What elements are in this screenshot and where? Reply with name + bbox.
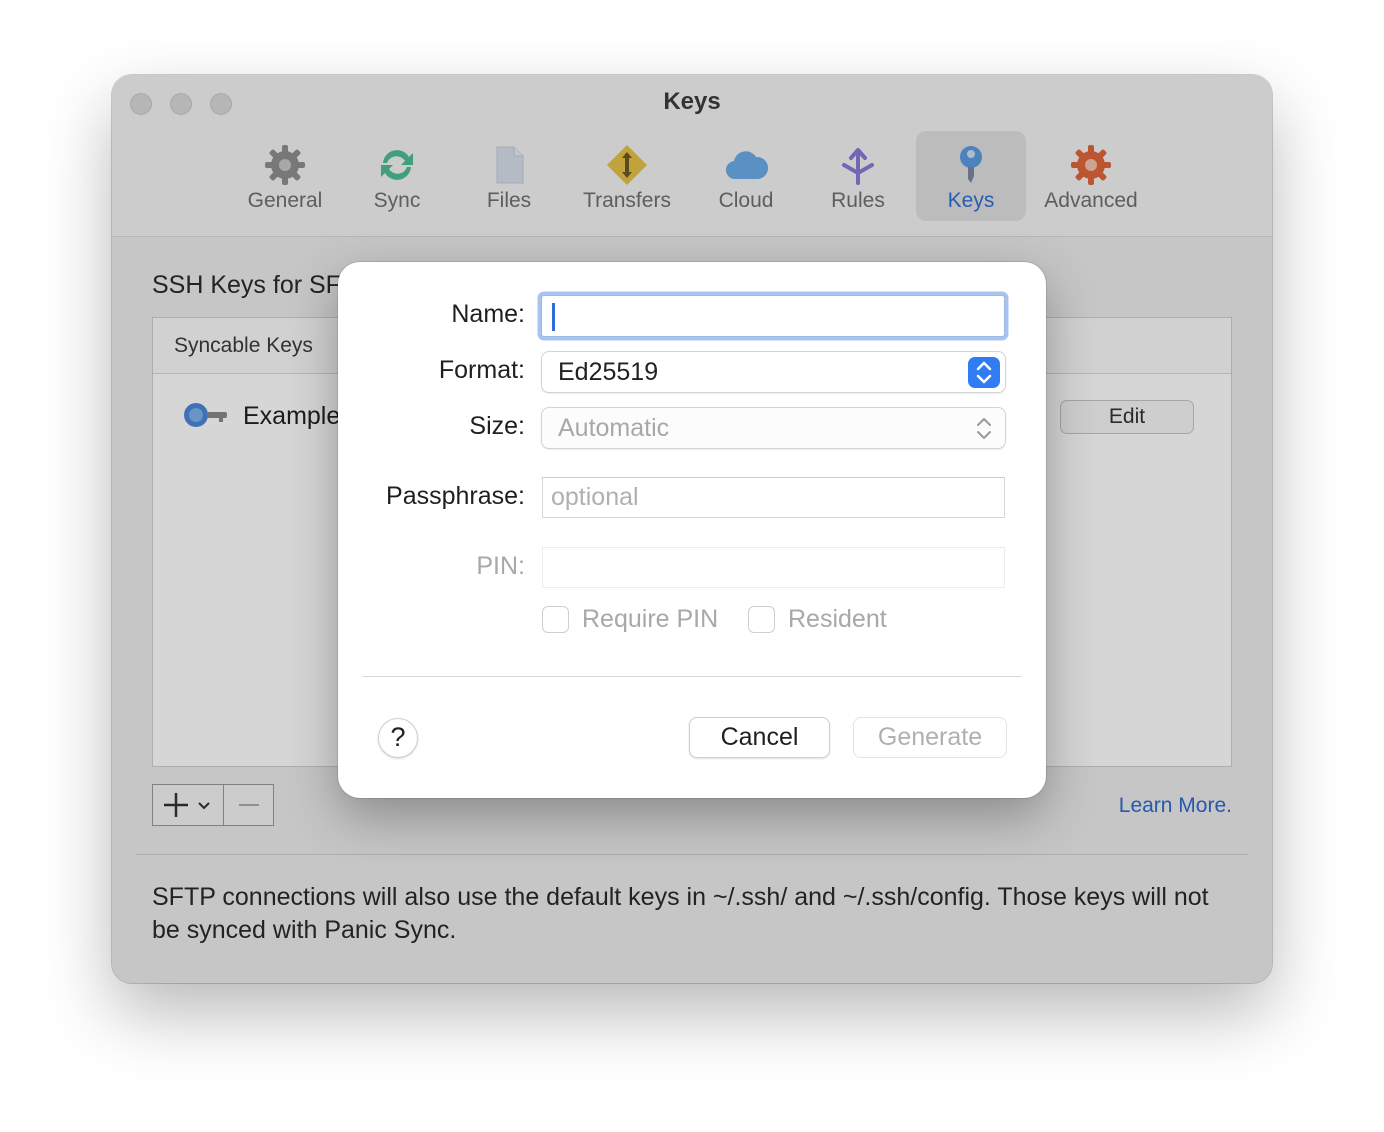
transfer-icon (607, 145, 647, 185)
file-icon (496, 146, 524, 184)
cancel-button[interactable]: Cancel (689, 717, 830, 758)
cloud-icon (726, 151, 768, 180)
plus-icon (164, 793, 210, 817)
resident-checkbox[interactable] (748, 606, 775, 633)
size-label: Size: (469, 412, 525, 440)
pin-label: PIN: (476, 552, 525, 580)
passphrase-label: Passphrase: (386, 482, 525, 510)
size-select[interactable]: Automatic (541, 407, 1006, 449)
tab-cloud[interactable]: Cloud (692, 131, 800, 221)
sync-icon (381, 150, 413, 180)
divider (362, 676, 1022, 677)
section-title: SSH Keys for SF (152, 271, 341, 299)
tab-general[interactable]: General (232, 131, 338, 221)
key-icon (960, 146, 982, 183)
edit-button[interactable]: Edit (1060, 400, 1194, 434)
name-label: Name: (451, 300, 525, 328)
key-icon (184, 403, 227, 427)
text-caret (552, 303, 555, 331)
pin-field[interactable] (542, 547, 1005, 588)
format-label: Format: (438, 356, 525, 384)
learn-more-link[interactable]: Learn More. (1119, 794, 1232, 818)
rules-icon (842, 148, 874, 185)
window-title: Keys (663, 88, 721, 115)
advanced-gear-icon (1071, 145, 1111, 185)
passphrase-field[interactable] (542, 477, 1005, 518)
gear-icon (265, 145, 305, 185)
generate-key-sheet: Name: Format: Ed25519 Size: Automatic Pa… (338, 262, 1046, 798)
require-pin-label: Require PIN (582, 605, 719, 633)
tab-transfers[interactable]: Transfers (562, 131, 692, 221)
format-value: Ed25519 (558, 358, 659, 386)
format-select[interactable]: Ed25519 (541, 351, 1006, 393)
divider (136, 854, 1248, 855)
tab-keys[interactable]: Keys (916, 131, 1026, 221)
minus-icon (239, 804, 259, 806)
footer-note: SFTP connections will also use the defau… (152, 883, 1209, 944)
tab-advanced[interactable]: Advanced (1026, 131, 1156, 221)
add-key-button[interactable] (153, 785, 224, 825)
tab-sync[interactable]: Sync (338, 131, 456, 221)
chevron-up-down-icon (968, 357, 1000, 388)
tab-files[interactable]: Files (456, 131, 562, 221)
remove-key-button[interactable] (224, 785, 274, 825)
require-pin-checkbox[interactable] (542, 606, 569, 633)
toolbar-tabs: General Sync Files Transfers Cloud Rules… (232, 131, 1156, 223)
tab-rules[interactable]: Rules (800, 131, 916, 221)
size-value: Automatic (558, 414, 670, 442)
add-remove-control (152, 784, 274, 826)
name-field[interactable] (541, 295, 1005, 337)
row-label: Example (243, 402, 341, 430)
chevron-up-down-icon (968, 413, 1000, 444)
title-bar: Keys General Sync Files Transfers Cloud … (112, 75, 1272, 237)
passphrase-input[interactable] (551, 483, 996, 512)
help-button[interactable]: ? (378, 718, 418, 758)
resident-label: Resident (788, 605, 887, 633)
generate-button[interactable]: Generate (853, 717, 1007, 758)
